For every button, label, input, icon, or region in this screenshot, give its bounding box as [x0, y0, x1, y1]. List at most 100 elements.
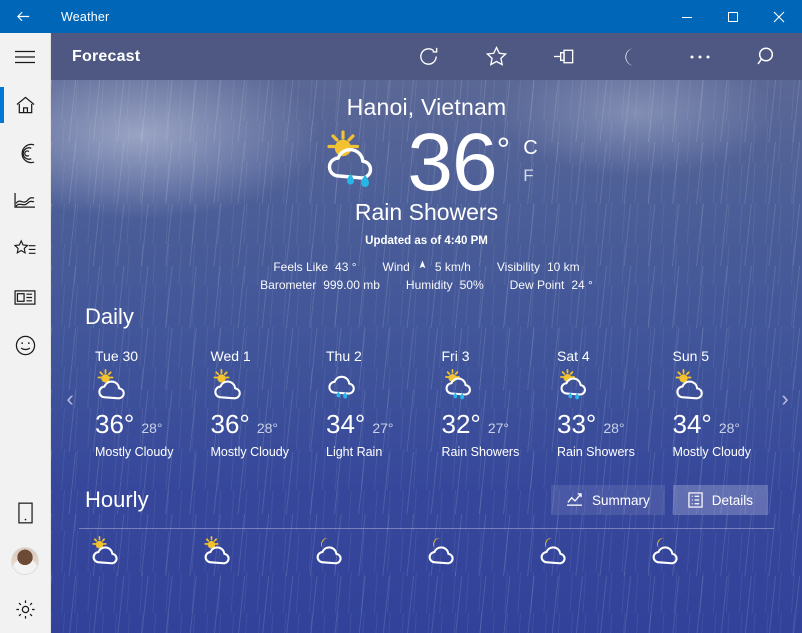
- close-icon: [773, 11, 785, 22]
- current-temperature: 36°: [407, 117, 511, 208]
- hourly-heading: Hourly: [85, 487, 149, 512]
- phone-icon: [17, 502, 33, 524]
- sidebar-item-home[interactable]: [0, 81, 51, 129]
- detail-humidity: Humidity 50%: [406, 278, 484, 292]
- day-temperatures: 34° 27°: [326, 409, 430, 440]
- day-description: Mostly Cloudy: [95, 445, 174, 459]
- day-low: 28°: [141, 420, 163, 436]
- historical-chart-icon: [14, 192, 35, 208]
- details-button[interactable]: Details: [672, 485, 768, 515]
- weather-backdrop: Hanoi, Vietnam 36° C F Rain Showers Upda…: [51, 80, 802, 633]
- detail-value: 999.00 mb: [323, 278, 380, 292]
- sidebar-item-hamburger[interactable]: [0, 33, 51, 81]
- summary-button[interactable]: Summary: [550, 485, 665, 515]
- navigation-sidebar: [0, 33, 51, 633]
- hourly-item[interactable]: [643, 535, 755, 572]
- daily-card[interactable]: Thu 2 34° 27° Light Rain: [314, 336, 430, 459]
- sun-behind-rain-cloud-icon: [444, 369, 471, 400]
- main-content: Forecast Hanoi, Vietnam 36° C F Rain Sho…: [51, 33, 802, 633]
- sidebar-item-news[interactable]: [0, 273, 51, 321]
- detail-feels-like: Feels Like 43 °: [273, 260, 356, 274]
- detail-visibility: Visibility 10 km: [497, 260, 580, 274]
- unit-toggle[interactable]: C F: [523, 133, 537, 189]
- day-temperatures: 32° 27°: [442, 409, 546, 440]
- detail-value: 50%: [459, 278, 484, 292]
- gear-icon: [15, 599, 35, 619]
- day-description: Rain Showers: [441, 445, 520, 459]
- hourly-item[interactable]: [531, 535, 643, 572]
- favorite-button[interactable]: [462, 33, 530, 80]
- hourly-item[interactable]: [195, 535, 307, 572]
- location-name: Hanoi, Vietnam: [346, 94, 507, 120]
- hourly-item[interactable]: [419, 535, 531, 572]
- day-high: 32°: [441, 409, 481, 439]
- detail-label: Dew Point: [509, 278, 565, 292]
- refresh-icon: [419, 47, 437, 65]
- moon-behind-cloud-icon: [316, 537, 342, 565]
- more-button[interactable]: [666, 33, 734, 80]
- moon-behind-cloud-icon: [428, 537, 454, 565]
- command-bar-buttons: [394, 33, 802, 80]
- close-button[interactable]: [756, 0, 802, 33]
- hourly-item[interactable]: [83, 535, 195, 572]
- sidebar-item-maps[interactable]: [0, 129, 51, 177]
- weather-app-window: Weather Forecast Hanoi, Vietnam 36° C F …: [0, 0, 802, 633]
- sidebar-item-historical[interactable]: [0, 177, 51, 225]
- minimize-button[interactable]: [664, 0, 710, 33]
- daily-card[interactable]: Wed 1 36° 28° Mostly Cloudy: [199, 336, 315, 459]
- daily-card[interactable]: Sat 4 33° 28° Rain Showers: [545, 336, 661, 459]
- sidebar-item-account[interactable]: [0, 537, 51, 585]
- moon-behind-cloud-icon: [652, 537, 678, 565]
- daily-prev-button[interactable]: ‹: [61, 388, 79, 410]
- sidebar-item-favorites[interactable]: [0, 225, 51, 273]
- day-label: Fri 3: [441, 348, 470, 364]
- hourly-divider: [79, 528, 774, 529]
- hourly-header: Hourly Summary Details: [85, 485, 768, 515]
- unit-fahrenheit[interactable]: F: [523, 163, 537, 189]
- maximize-icon: [728, 11, 738, 22]
- forecast-content: Hanoi, Vietnam 36° C F Rain Showers Upda…: [51, 80, 802, 633]
- degree-symbol: °: [496, 131, 511, 170]
- back-arrow-icon: [16, 11, 29, 22]
- detail-label: Wind: [382, 260, 410, 274]
- title-bar: Weather: [0, 0, 802, 33]
- day-low: 27°: [372, 420, 394, 436]
- hourly-item[interactable]: [307, 535, 419, 572]
- daily-card[interactable]: Sun 5 34° 28° Mostly Cloudy: [661, 336, 777, 459]
- wind-direction-arrow-icon: [419, 260, 426, 269]
- details-label: Details: [711, 492, 753, 508]
- sidebar-item-settings[interactable]: [0, 585, 51, 633]
- current-conditions: 36° C F: [51, 119, 802, 207]
- search-button[interactable]: [734, 33, 802, 80]
- day-temperatures: 36° 28°: [211, 409, 315, 440]
- detail-barometer: Barometer 999.00 mb: [260, 278, 380, 292]
- day-low: 28°: [256, 420, 278, 436]
- home-icon: [16, 96, 34, 114]
- hamburger-icon: [15, 50, 35, 64]
- refresh-button[interactable]: [394, 33, 462, 80]
- window-controls: [664, 0, 802, 33]
- temperature-value: 36: [407, 117, 497, 208]
- details-row: Barometer 999.00 mb Humidity 50% Dew Poi…: [51, 278, 802, 292]
- avatar: [11, 547, 39, 575]
- night-mode-button[interactable]: [598, 33, 666, 80]
- daily-heading: Daily: [85, 304, 134, 329]
- sidebar-item-phone[interactable]: [0, 489, 51, 537]
- back-button[interactable]: [0, 0, 46, 33]
- day-high: 33°: [557, 409, 597, 439]
- sun-behind-cloud-icon: [675, 369, 703, 400]
- search-icon: [757, 46, 774, 64]
- daily-card[interactable]: Tue 30 36° 28° Mostly Cloudy: [83, 332, 201, 477]
- daily-card[interactable]: Fri 3 32° 27° Rain Showers: [430, 336, 546, 459]
- moon-behind-cloud-icon: [540, 537, 566, 565]
- day-description: Mostly Cloudy: [672, 445, 752, 459]
- pin-button[interactable]: [530, 33, 598, 80]
- star-icon: [485, 45, 507, 66]
- maximize-button[interactable]: [710, 0, 756, 33]
- sidebar-item-life[interactable]: [0, 321, 51, 369]
- day-high: 34°: [672, 409, 712, 439]
- unit-celsius[interactable]: C: [523, 133, 537, 163]
- sun-behind-cloud-icon: [204, 536, 230, 565]
- command-bar: Forecast: [51, 33, 802, 80]
- daily-next-button[interactable]: ›: [776, 388, 794, 410]
